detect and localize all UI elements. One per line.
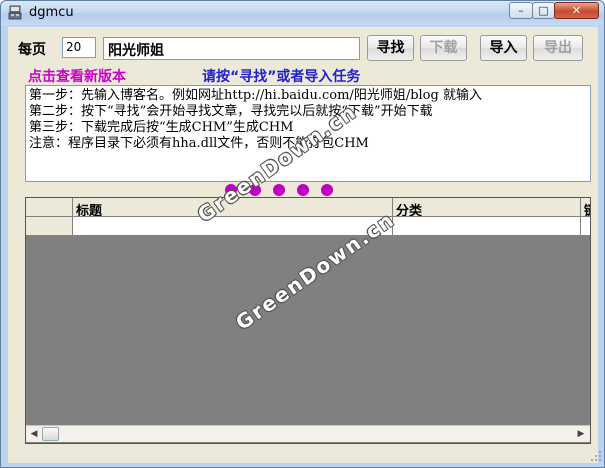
notice-text: 请按“寻找”或者导入任务 <box>202 69 361 85</box>
progress-dot <box>273 184 285 196</box>
table-cell[interactable] <box>393 217 581 236</box>
column-header-link[interactable]: 链 <box>581 198 590 217</box>
instruction-line: 第二步：按下“寻找”会开始寻找文章，寻找完以后就按“下载”开始下载 <box>29 104 433 119</box>
resize-grip-icon[interactable] <box>590 450 602 462</box>
maximize-button[interactable]: □ <box>532 2 555 19</box>
row-header[interactable] <box>26 217 73 236</box>
progress-dot <box>321 184 333 196</box>
per-page-label: 每页 <box>18 42 46 58</box>
table-cell[interactable] <box>73 217 393 236</box>
export-button[interactable]: 导出 <box>533 35 583 61</box>
import-button[interactable]: 导入 <box>480 35 527 61</box>
progress-dot <box>297 184 309 196</box>
scroll-left-icon[interactable]: ◀ <box>27 427 41 442</box>
close-button[interactable]: ✕ <box>554 2 599 19</box>
column-header-index[interactable] <box>26 198 73 217</box>
blog-name-input[interactable]: 阳光师姐 <box>103 37 360 60</box>
scroll-right-icon[interactable]: ▶ <box>574 427 588 442</box>
scroll-thumb[interactable] <box>42 427 59 441</box>
horizontal-scrollbar[interactable]: ◀ ▶ <box>26 425 590 442</box>
instruction-line: 第一步：先输入博客名。例如网址http://hi.baidu.com/阳光师姐/… <box>29 88 482 103</box>
per-page-input[interactable]: 20 <box>62 37 96 58</box>
download-button[interactable]: 下载 <box>420 35 467 61</box>
app-icon <box>8 5 22 20</box>
minimize-button[interactable]: – <box>509 2 533 19</box>
column-header-category[interactable]: 分类 <box>393 198 581 217</box>
article-table[interactable]: 标题 分类 链 <box>25 197 591 444</box>
title-bar[interactable]: dgmcu – □ ✕ <box>1 1 604 25</box>
table-cell[interactable] <box>581 217 590 236</box>
window-title: dgmcu <box>29 5 74 20</box>
new-version-link[interactable]: 点击查看新版本 <box>28 66 126 86</box>
search-button[interactable]: 寻找 <box>367 35 414 61</box>
